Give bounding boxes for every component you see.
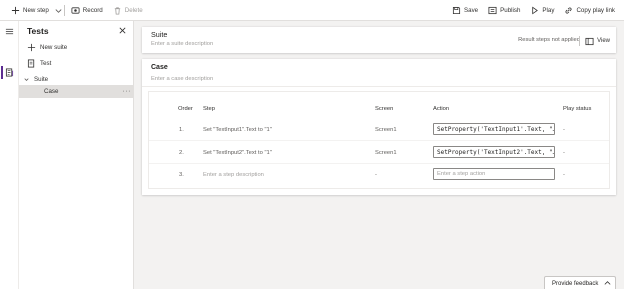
- suite-description-input[interactable]: Enter a suite description: [151, 41, 213, 47]
- column-header-play-status: Play status: [563, 106, 592, 112]
- tree-item-suite-label: Suite: [34, 76, 49, 83]
- toolbar-divider: [63, 4, 65, 16]
- case-card: Case Enter a case description Order Step…: [142, 59, 616, 195]
- row-order: 2.: [179, 150, 184, 156]
- row-order: 1.: [179, 127, 184, 133]
- delete-label: Delete: [124, 6, 143, 14]
- tree-item-case[interactable]: Case ···: [19, 85, 134, 98]
- row-screen: -: [375, 172, 377, 178]
- case-name[interactable]: Case: [151, 64, 168, 71]
- chevron-up-icon: [603, 279, 612, 288]
- provide-feedback-button[interactable]: Provide feedback: [544, 276, 616, 289]
- suite-status-text: Result steps not applied: [518, 37, 580, 43]
- row-screen: Screen1: [375, 150, 397, 156]
- new-step-action-input[interactable]: Enter a step action: [433, 168, 555, 180]
- tree-item-case-label: Case: [44, 88, 59, 95]
- more-options-icon[interactable]: ···: [123, 88, 132, 95]
- row-play-status: -: [563, 172, 565, 178]
- view-button[interactable]: View: [579, 36, 610, 46]
- chevron-down-icon[interactable]: [22, 75, 31, 84]
- plus-icon: [27, 43, 36, 52]
- publish-button[interactable]: Publish: [483, 0, 525, 21]
- row-divider: [149, 163, 609, 164]
- tests-panel-title: Tests: [27, 26, 49, 36]
- record-button[interactable]: Record: [66, 0, 108, 21]
- new-step-button[interactable]: New step: [6, 0, 54, 21]
- column-header-screen: Screen: [375, 106, 394, 112]
- row-play-status: -: [563, 150, 565, 156]
- copy-play-link-label: Copy play link: [576, 6, 615, 14]
- left-rail: [0, 21, 19, 289]
- new-suite-label: New suite: [40, 44, 68, 51]
- command-bar: New step Record Delete Save Publish Play…: [0, 0, 624, 21]
- view-icon: [585, 37, 594, 46]
- view-label: View: [597, 38, 610, 44]
- delete-button[interactable]: Delete: [108, 0, 148, 21]
- column-header-step: Step: [203, 106, 215, 112]
- publish-label: Publish: [500, 6, 521, 14]
- row-action-input[interactable]: SetProperty('TextInput1'.Text, "…: [433, 123, 555, 135]
- copy-play-link-button[interactable]: Copy play link: [559, 0, 620, 21]
- row-step-description[interactable]: Set "TextInput1".Text to "1": [203, 127, 272, 133]
- play-button[interactable]: Play: [525, 0, 559, 21]
- row-screen: Screen1: [375, 127, 397, 133]
- test-document-icon: [27, 59, 36, 68]
- row-action-input[interactable]: SetProperty('TextInput2'.Text, "…: [433, 146, 555, 158]
- tree-item-test-label: Test: [40, 60, 52, 67]
- save-icon: [452, 6, 461, 15]
- row-step-description[interactable]: Set "TextInput2".Text to "1": [203, 150, 272, 156]
- suite-header: Suite Enter a suite description Result s…: [142, 27, 616, 53]
- hamburger-icon[interactable]: [0, 24, 19, 38]
- provide-feedback-label: Provide feedback: [552, 280, 599, 287]
- new-step-description-input[interactable]: Enter a step description: [203, 172, 264, 178]
- plus-icon: [11, 6, 20, 15]
- row-order: 3.: [179, 172, 184, 178]
- column-header-order: Order: [178, 106, 193, 112]
- case-description-input[interactable]: Enter a case description: [151, 76, 213, 82]
- play-icon: [530, 6, 539, 15]
- trash-icon: [113, 6, 122, 15]
- link-icon: [564, 6, 573, 15]
- tests-icon[interactable]: [0, 65, 19, 79]
- save-label: Save: [464, 6, 479, 14]
- new-step-label: New step: [23, 6, 49, 14]
- close-icon[interactable]: [118, 26, 127, 35]
- tree-item-test[interactable]: Test: [19, 57, 134, 70]
- publish-icon: [488, 6, 497, 15]
- row-divider: [149, 140, 609, 141]
- tests-panel: Tests New suite Test Suite Case ···: [19, 21, 134, 289]
- save-button[interactable]: Save: [447, 0, 483, 21]
- play-label: Play: [542, 6, 555, 14]
- row-play-status: -: [563, 127, 565, 133]
- column-header-action: Action: [433, 106, 450, 112]
- record-label: Record: [82, 6, 103, 14]
- steps-table: Order Step Screen Action Play status 1. …: [148, 91, 610, 189]
- chevron-down-icon[interactable]: [54, 6, 63, 15]
- new-suite-button[interactable]: New suite: [19, 41, 134, 54]
- suite-name[interactable]: Suite: [151, 30, 167, 39]
- record-icon: [71, 6, 80, 15]
- case-header: Case Enter a case description: [142, 59, 616, 87]
